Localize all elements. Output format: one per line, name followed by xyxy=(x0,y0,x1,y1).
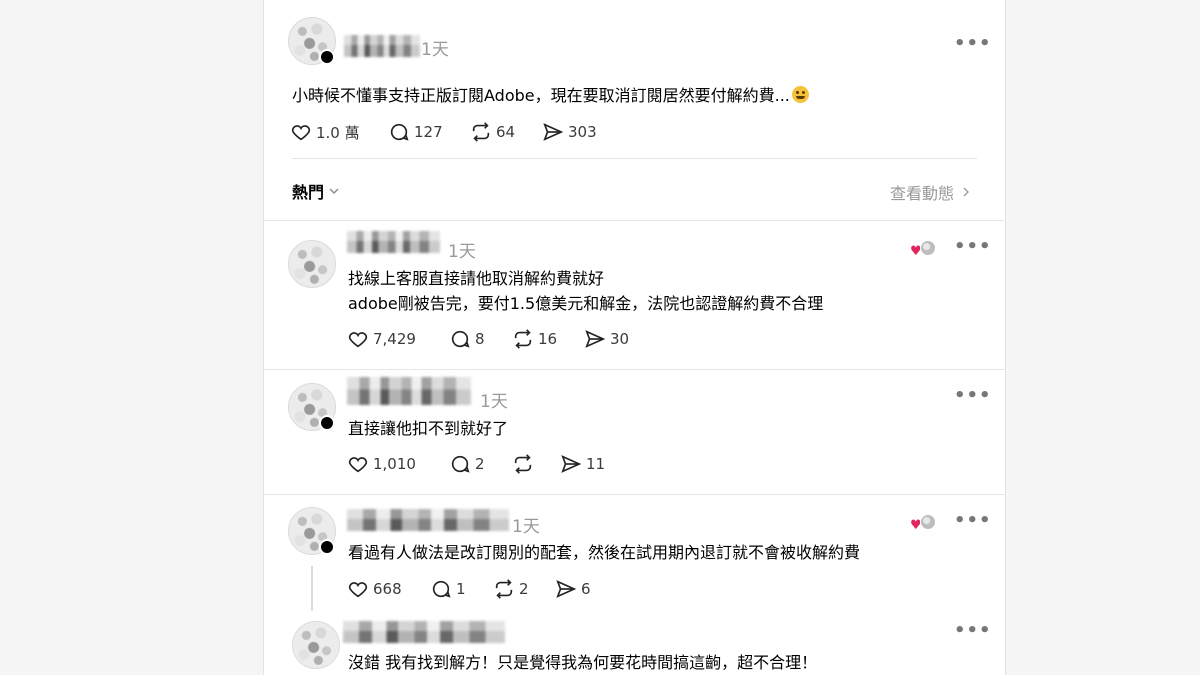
comment-icon xyxy=(451,455,470,473)
heart-icon xyxy=(348,332,368,348)
post-author-name[interactable] xyxy=(344,35,420,57)
post-text-content: 小時候不懂事支持正版訂閱Adobe，現在要取消訂閱居然要付解約費... xyxy=(292,86,790,105)
comment-repost-button[interactable]: 2 xyxy=(493,578,529,600)
comment-icon xyxy=(390,123,409,141)
comment-divider xyxy=(264,369,1005,370)
comment-more-icon[interactable]: ••• xyxy=(954,385,992,406)
comment-repost-count: 16 xyxy=(538,330,558,348)
follow-badge-icon[interactable] xyxy=(319,49,335,65)
comment-text-line-1: 看過有人做法是改訂閱別的配套，然後在試用期內退訂就不會被收解約費 xyxy=(348,543,861,562)
reply-author-name[interactable] xyxy=(343,621,505,643)
comment-icon xyxy=(432,580,451,598)
share-icon xyxy=(561,455,582,473)
comment-like-button[interactable]: 1,010 xyxy=(347,453,416,475)
section-divider xyxy=(264,220,1005,221)
repost-icon xyxy=(514,329,532,349)
heart-icon xyxy=(348,582,368,598)
comment-repost-count: 2 xyxy=(519,580,529,598)
post-divider xyxy=(292,158,977,159)
comment-more-icon[interactable]: ••• xyxy=(954,236,992,257)
comment-text-line-2: adobe剛被告完，要付1.5億美元和解金，法院也認證解約費不合理 xyxy=(348,294,824,313)
repost-icon xyxy=(495,579,513,599)
share-icon xyxy=(543,123,564,141)
post-reply-count: 127 xyxy=(414,123,443,141)
thread-connector xyxy=(311,566,313,611)
post-reply-button[interactable]: 127 xyxy=(388,121,443,143)
reply-more-icon[interactable]: ••• xyxy=(954,620,992,641)
comment-repost-button[interactable] xyxy=(512,453,538,475)
comment-like-count: 668 xyxy=(373,580,402,598)
author-avatar-mini xyxy=(920,514,936,530)
follow-badge-icon[interactable] xyxy=(319,415,335,431)
comment-time: 1天 xyxy=(480,392,508,412)
comment-share-button[interactable]: 11 xyxy=(560,453,605,475)
thread-panel: 1天 ••• 小時候不懂事支持正版訂閱Adobe，現在要取消訂閱居然要付解約費.… xyxy=(263,0,1006,675)
comment-author-name[interactable] xyxy=(347,231,440,253)
author-liked-indicator: ♥ xyxy=(910,238,938,259)
comment-like-button[interactable]: 7,429 xyxy=(347,328,416,350)
comment-reply-button[interactable]: 2 xyxy=(449,453,485,475)
post-share-button[interactable]: 303 xyxy=(542,121,597,143)
comment-time: 1天 xyxy=(512,517,540,537)
view-activity-link[interactable]: 查看動態 xyxy=(890,180,974,204)
comment-share-count: 30 xyxy=(610,330,630,348)
author-avatar-mini xyxy=(920,240,936,256)
comment-like-count: 7,429 xyxy=(373,330,416,348)
comment-text-line-1: 直接讓他扣不到就好了 xyxy=(348,419,509,438)
sort-dropdown[interactable]: 熱門 xyxy=(292,179,342,203)
post-more-icon[interactable]: ••• xyxy=(954,33,992,54)
avatar-ring xyxy=(288,240,336,288)
heart-icon xyxy=(348,457,368,473)
reply-text-line-1: 沒錯 我有找到解方！只是覺得我為何要花時間搞這齣，超不合理！ xyxy=(348,653,818,672)
repost-icon xyxy=(472,122,490,142)
comment-divider xyxy=(264,494,1005,495)
comment-share-count: 6 xyxy=(581,580,591,598)
post-time: 1天 xyxy=(421,40,449,60)
post-like-count: 1.0 萬 xyxy=(316,123,360,142)
comment-reply-count: 2 xyxy=(475,455,485,473)
comment-more-icon[interactable]: ••• xyxy=(954,510,992,531)
avatar-ring xyxy=(292,621,340,669)
post-repost-button[interactable]: 64 xyxy=(470,121,515,143)
comment-share-button[interactable]: 6 xyxy=(555,578,591,600)
comment-icon xyxy=(451,330,470,348)
comment-time: 1天 xyxy=(448,242,476,262)
post-repost-count: 64 xyxy=(496,123,516,141)
comment-reply-button[interactable]: 8 xyxy=(449,328,485,350)
sort-label: 熱門 xyxy=(292,183,325,202)
comment-repost-button[interactable]: 16 xyxy=(512,328,557,350)
heart-icon xyxy=(291,125,311,141)
repost-icon xyxy=(514,454,532,474)
post-text: 小時候不懂事支持正版訂閱Adobe，現在要取消訂閱居然要付解約費... xyxy=(292,82,809,106)
comment-share-button[interactable]: 30 xyxy=(584,328,629,350)
comment-reply-count: 8 xyxy=(475,330,485,348)
author-liked-indicator: ♥ xyxy=(910,512,938,533)
chevron-down-icon xyxy=(329,188,339,194)
post-like-button[interactable]: 1.0 萬 xyxy=(290,121,360,143)
comment-like-count: 1,010 xyxy=(373,455,416,473)
comment-reply-count: 1 xyxy=(456,580,466,598)
comment-author-name[interactable] xyxy=(347,509,509,531)
comment-author-name[interactable] xyxy=(347,377,471,405)
post-share-count: 303 xyxy=(568,123,597,141)
share-icon xyxy=(556,580,577,598)
share-icon xyxy=(585,330,606,348)
comment-like-button[interactable]: 668 xyxy=(347,578,402,600)
chevron-right-icon xyxy=(963,187,969,197)
comment-reply-button[interactable]: 1 xyxy=(430,578,466,600)
melting-face-emoji-icon xyxy=(791,86,809,103)
comment-share-count: 11 xyxy=(586,455,606,473)
follow-badge-icon[interactable] xyxy=(319,539,335,555)
view-activity-label: 查看動態 xyxy=(890,184,955,203)
comment-text-line-1: 找線上客服直接請他取消解約費就好 xyxy=(348,269,605,288)
